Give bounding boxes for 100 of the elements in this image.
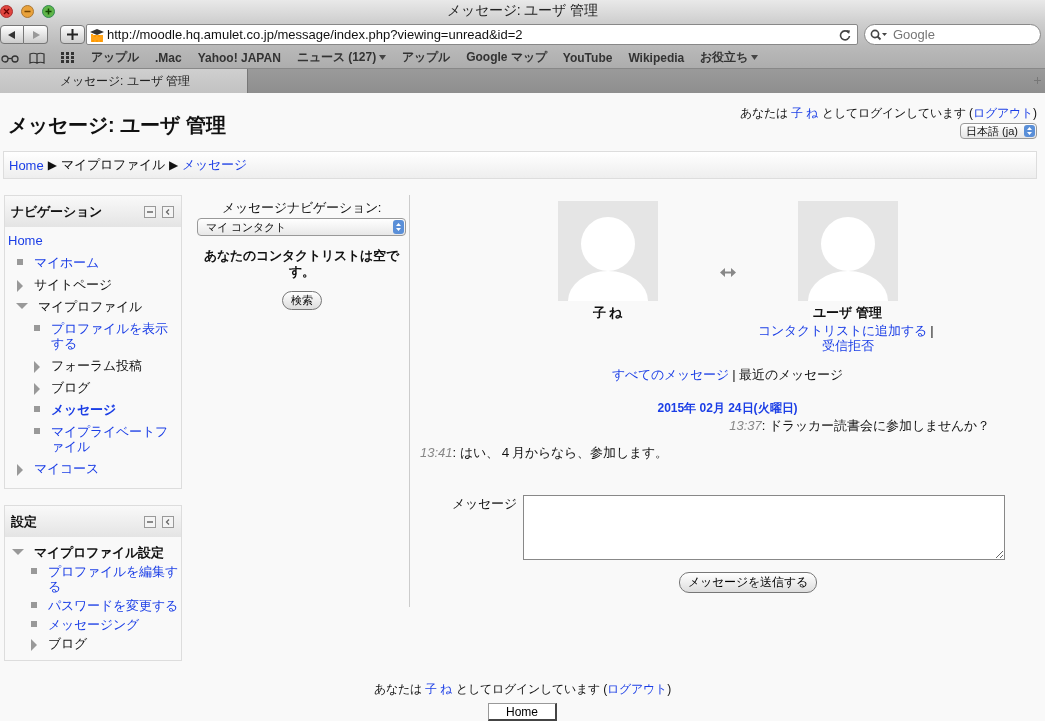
url-text: http://moodle.hq.amulet.co.jp/message/index.php?viewing=unread&id=2 [107, 27, 524, 42]
empty-contacts-text: あなたのコンタクトリストは空です。 [203, 248, 401, 280]
collapsed-triangle-icon[interactable] [33, 383, 41, 395]
view-link[interactable]: すべてのメッセージ [612, 367, 730, 382]
collapsed-triangle-icon[interactable] [16, 464, 24, 476]
user-name: ユーザ 管理 [813, 304, 882, 322]
collapsed-triangle-icon[interactable] [16, 280, 24, 292]
breadcrumb-separator: ▶ [168, 158, 179, 172]
close-icon[interactable] [0, 4, 13, 18]
minimize-icon[interactable] [144, 515, 156, 528]
bullet-icon [33, 324, 41, 332]
nav-item[interactable]: サイトページ [34, 277, 112, 292]
nav-link[interactable]: メッセージ [51, 402, 116, 417]
caret-icon [751, 55, 759, 60]
plus-icon [67, 29, 78, 40]
link-separator: | [930, 323, 934, 338]
message-text: 13:37: ドラッカー読書会に参加しませんか？ [729, 417, 990, 435]
current-view-text: 最近のメッセージ [738, 367, 843, 382]
nav-link[interactable]: メッセージング [48, 617, 139, 632]
bookmark-link[interactable]: YouTube [562, 50, 613, 65]
bookmark-link[interactable]: Yahoo! JAPAN [197, 50, 281, 65]
nav-link[interactable]: マイホーム [34, 255, 99, 270]
bullet-icon [30, 567, 38, 575]
bullet-icon [33, 427, 41, 435]
dock-icon[interactable] [162, 515, 174, 528]
back-button[interactable] [0, 25, 24, 44]
language-select[interactable]: 日本語 (ja) [960, 123, 1037, 139]
nav-item[interactable]: マイプロファイル設定 [34, 545, 164, 560]
nav-link[interactable]: マイプライベートファイル [51, 424, 178, 454]
page-title: メッセージ: ユーザ 管理 [8, 113, 226, 138]
message-date: 2015年 02月 24日(火曜日) [656, 400, 799, 417]
bookmark-link[interactable]: Google マップ [466, 49, 547, 66]
bookmark-link[interactable]: Wikipedia [628, 50, 685, 65]
block-title: 設定 [11, 512, 37, 531]
breadcrumb-link[interactable]: Home [9, 157, 44, 173]
login-info: あなたは 子 ね としてログインしています (ログアウト) [373, 681, 672, 698]
nav-link[interactable]: プロファイルを編集する [48, 564, 178, 594]
graduation-cap-icon [89, 27, 105, 42]
minimize-icon[interactable] [21, 4, 34, 18]
avatar-silhouette-icon [797, 201, 898, 301]
user-name: 子 ね [592, 304, 623, 322]
forward-button[interactable] [24, 25, 48, 44]
caret-icon [379, 55, 387, 60]
search-icon[interactable] [870, 29, 888, 41]
login-info: あなたは 子 ね としてログインしています (ログアウト) [739, 105, 1037, 122]
home-button[interactable]: Home [488, 703, 557, 721]
nav-item[interactable]: ブログ [48, 636, 87, 651]
address-field[interactable]: http://moodle.hq.amulet.co.jp/message/index.php?viewing=unread&id=2 [86, 24, 858, 45]
bookmark-menu[interactable]: お役立ち [700, 49, 759, 66]
nav-link[interactable]: マイコース [34, 461, 99, 476]
bookmark-link[interactable]: .Mac [155, 50, 182, 65]
bullet-icon [16, 258, 24, 266]
user-action-link[interactable]: 受信拒否 [821, 338, 874, 353]
bullet-icon [30, 601, 38, 609]
collapsed-triangle-icon[interactable] [30, 639, 38, 651]
glasses-icon[interactable] [1, 52, 19, 63]
book-icon[interactable] [29, 51, 45, 64]
stepper-icon [393, 220, 404, 234]
logout-link[interactable]: ログアウト [973, 106, 1033, 120]
add-bookmark-button[interactable] [60, 25, 85, 44]
stepper-icon [1024, 125, 1035, 137]
collapsed-triangle-icon[interactable] [33, 361, 41, 373]
reload-icon[interactable] [839, 28, 851, 41]
browser-tab[interactable]: メッセージ: ユーザ 管理 [0, 69, 248, 93]
message-input[interactable] [523, 495, 1005, 560]
forward-arrow-icon [30, 29, 41, 40]
nav-item[interactable]: ブログ [51, 380, 90, 395]
bookmark-menu[interactable]: ニュース (127) [296, 49, 387, 66]
nav-link[interactable]: Home [8, 233, 43, 248]
nav-link[interactable]: プロファイルを表示する [51, 321, 178, 351]
user-action-link[interactable]: コンタクトリストに追加する [758, 323, 928, 338]
message-navigation-label: メッセージナビゲーション: [221, 199, 382, 217]
avatar-silhouette-icon [557, 201, 658, 301]
window-title: メッセージ: ユーザ 管理 [446, 2, 599, 20]
contacts-select[interactable]: マイ コンタクト [197, 218, 406, 236]
message-label: メッセージ [451, 495, 517, 513]
logout-link[interactable]: ログアウト [607, 682, 668, 696]
user-link[interactable]: 子 ね [425, 682, 453, 696]
zoom-icon[interactable] [42, 4, 55, 18]
expanded-triangle-icon[interactable] [16, 302, 28, 310]
bullet-icon [30, 620, 38, 628]
bullet-icon [33, 405, 41, 413]
search-button[interactable]: 検索 [281, 291, 322, 310]
double-arrow-icon [719, 268, 736, 277]
nav-item[interactable]: マイプロファイル [38, 299, 142, 314]
nav-item[interactable]: フォーラム投稿 [51, 358, 142, 373]
send-message-button[interactable]: メッセージを送信する [678, 572, 817, 593]
dock-icon[interactable] [162, 205, 174, 218]
bookmark-link[interactable]: アップル [402, 49, 451, 66]
breadcrumb-separator: ▶ [47, 158, 57, 172]
user-link[interactable]: 子 ね [791, 106, 819, 120]
breadcrumb-link[interactable]: メッセージ [182, 156, 248, 174]
grid-icon[interactable] [61, 52, 75, 63]
nav-link[interactable]: パスワードを変更する [48, 598, 178, 613]
message-text: 13:41: はい、４月からなら、参加します。 [420, 444, 668, 462]
bookmark-link[interactable]: アップル [91, 49, 139, 66]
expanded-triangle-icon[interactable] [12, 548, 24, 556]
breadcrumb-text: マイプロファイル [60, 156, 165, 174]
search-field[interactable]: Google [864, 24, 1041, 45]
minimize-icon[interactable] [144, 205, 156, 218]
